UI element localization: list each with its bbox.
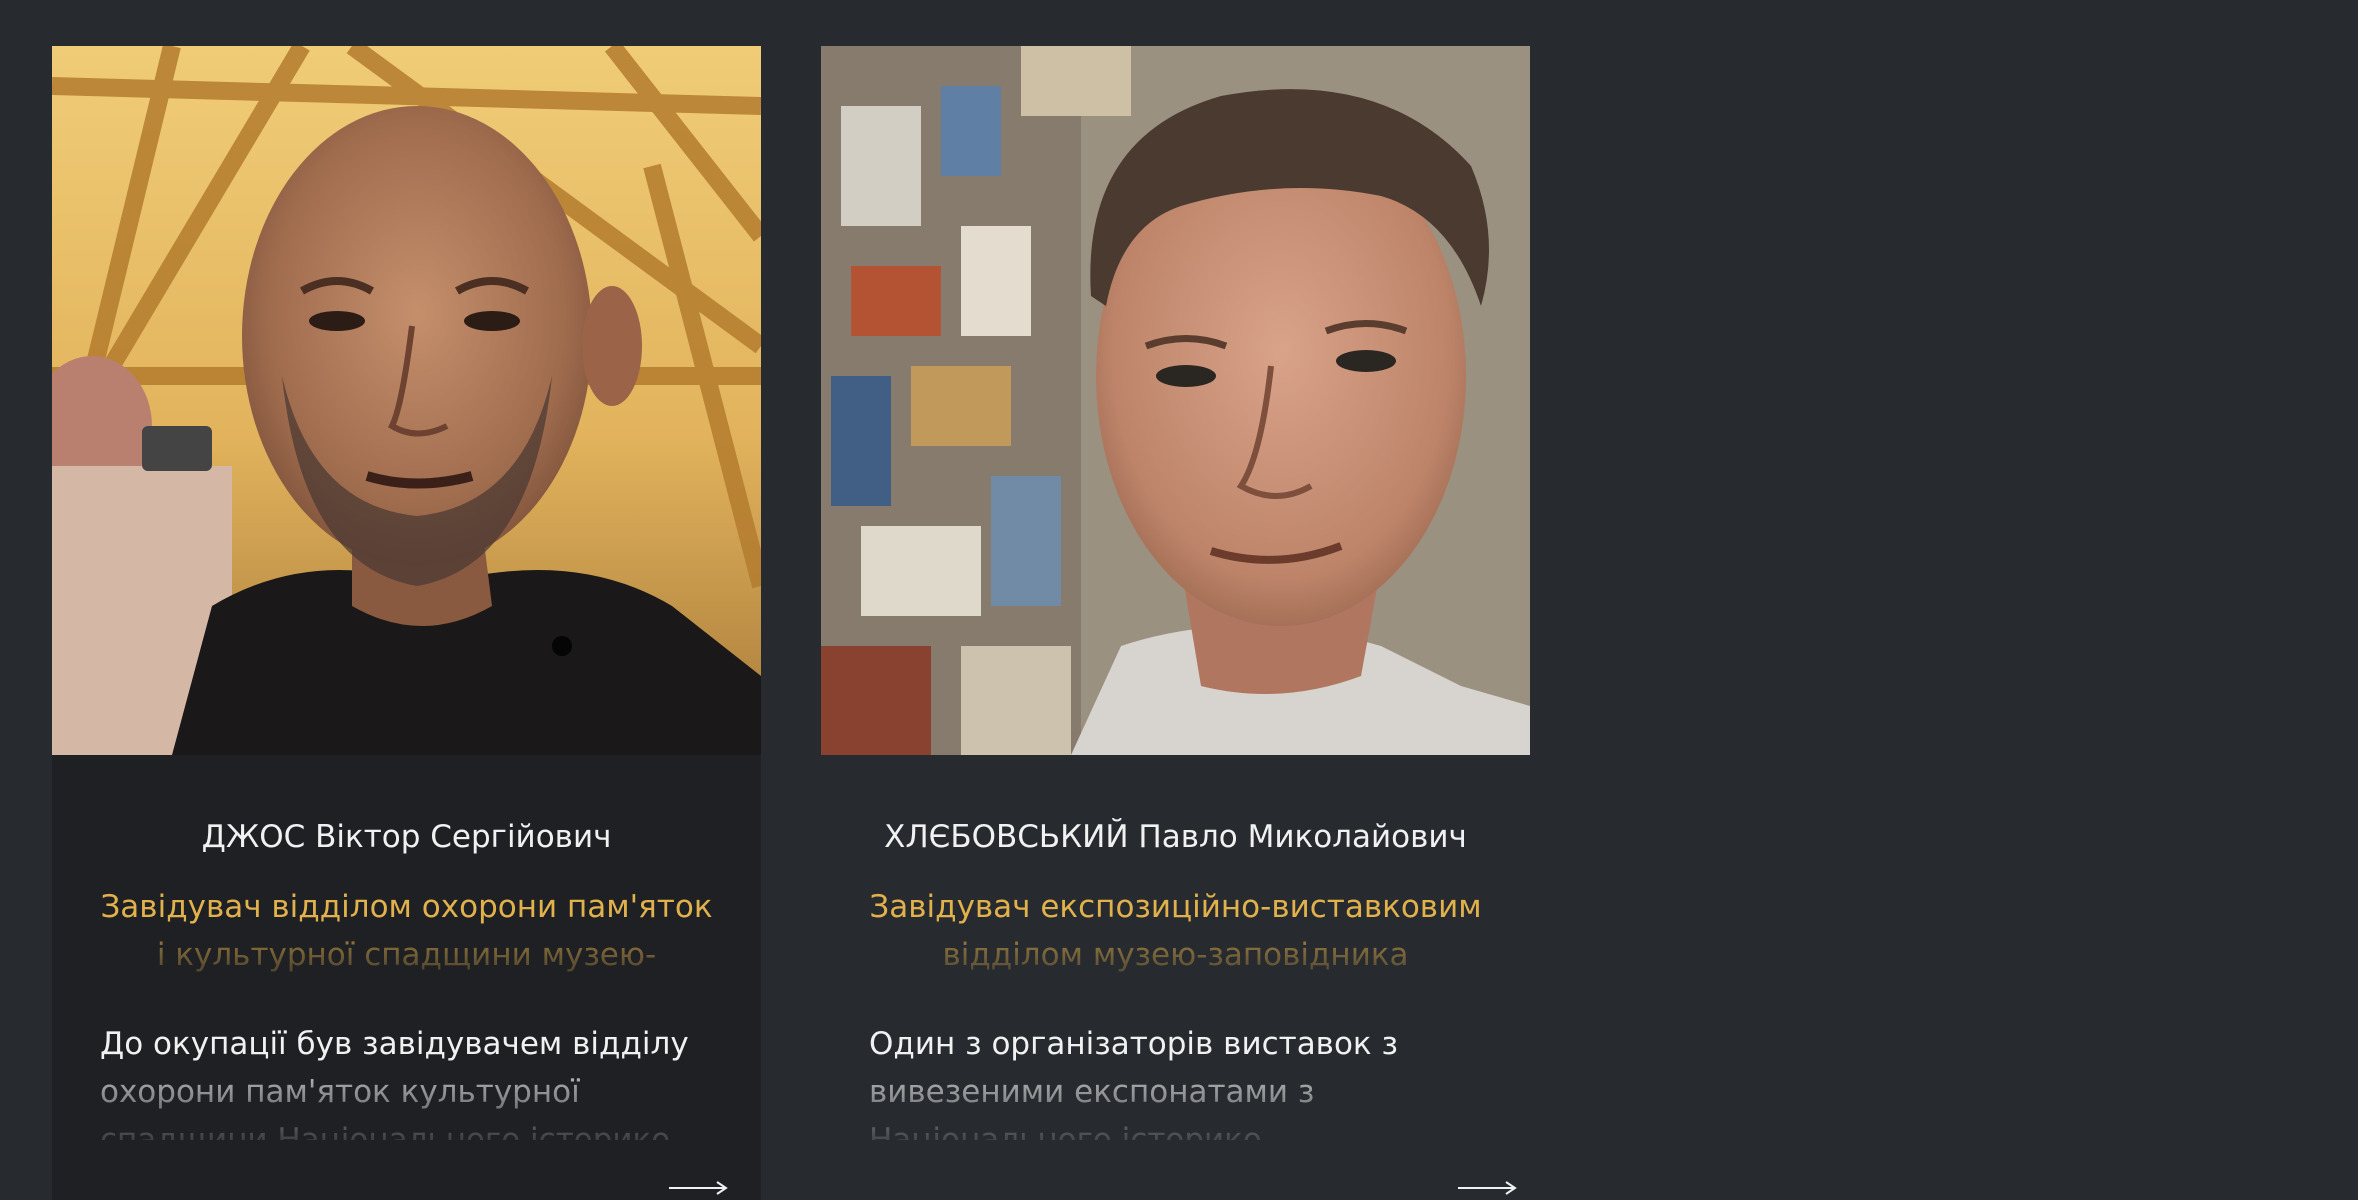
person-name: ДЖОС Віктор Сергійович [201,819,612,855]
person-photo[interactable] [821,46,1530,755]
person-description: Один з організаторів виставок з вивезени… [869,1026,1398,1140]
arrow-right-icon[interactable] [669,1179,729,1197]
person-position: Завідувач відділом охорони пам'яток і ку… [100,889,713,973]
person-info: ХЛЄБОВСЬКИЙ Павло Миколайович Завідувач … [821,755,1530,1200]
person-card[interactable]: ДЖОС Віктор Сергійович Завідувач відділо… [52,46,761,1200]
people-grid: ДЖОС Віктор Сергійович Завідувач відділо… [52,46,1530,1200]
person-info: ДЖОС Віктор Сергійович Завідувач відділо… [52,755,761,1200]
person-position: Завідувач експозиційно-виставковим відді… [869,889,1482,973]
portrait-photo [821,46,1530,755]
person-photo[interactable] [52,46,761,755]
arrow-right-icon[interactable] [1458,1179,1518,1197]
person-card[interactable]: ХЛЄБОВСЬКИЙ Павло Миколайович Завідувач … [821,46,1530,1200]
portrait-photo [52,46,761,755]
person-name: ХЛЄБОВСЬКИЙ Павло Миколайович [884,819,1467,855]
person-description: До окупації був завідувачем відділу охор… [100,1026,689,1140]
